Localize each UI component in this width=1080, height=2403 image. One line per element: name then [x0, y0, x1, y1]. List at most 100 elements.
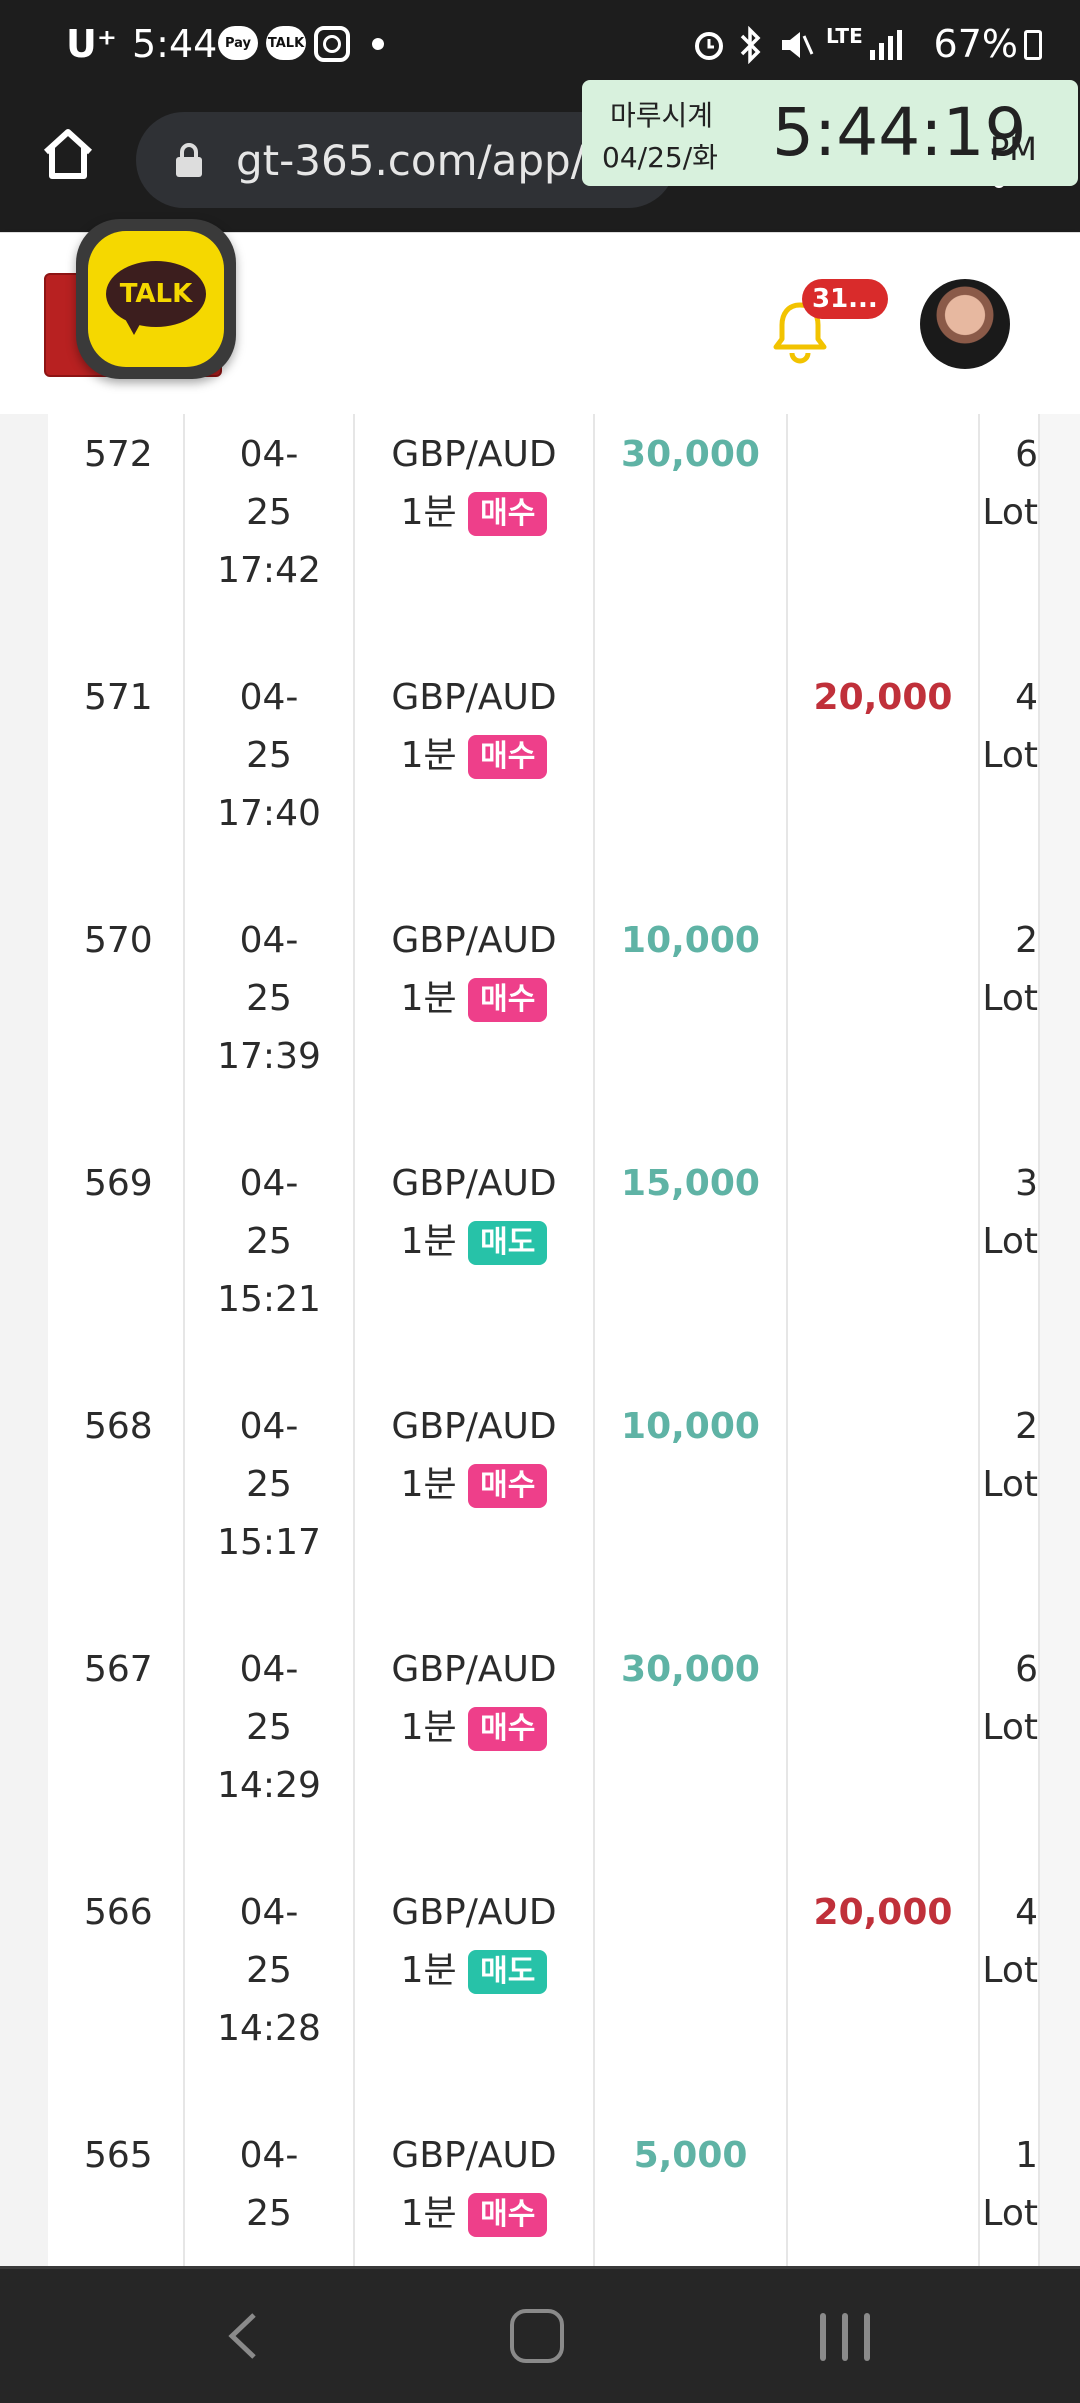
table-row[interactable]: 568 04- 25 15:17 GBP/AUD 1분 매수 10,000 2 Lot [48, 1386, 1080, 1631]
home-nav-icon[interactable] [510, 2309, 564, 2363]
kakao-talk-label: TALK [106, 261, 206, 327]
trade-symbol: GBP/AUD [391, 1163, 557, 1204]
trade-symbol: GBP/AUD [391, 1892, 557, 1933]
home-icon[interactable] [38, 124, 98, 184]
trade-date: 04- [239, 2135, 299, 2176]
trade-lot-qty: 3 [1015, 1163, 1038, 1204]
table-row[interactable]: 569 04- 25 15:21 GBP/AUD 1분 매도 15,000 3 Lot [48, 1143, 1080, 1388]
trade-symbol: GBP/AUD [391, 2135, 557, 2176]
trade-instrument: GBP/AUD 1분 매수 [355, 1386, 595, 1629]
trade-lot-unit: Lot [982, 1221, 1038, 1262]
back-icon[interactable] [222, 2311, 262, 2361]
trade-number: 565 [48, 2115, 185, 2266]
trade-lot-qty: 6 [1015, 434, 1038, 475]
table-row[interactable]: 567 04- 25 14:29 GBP/AUD 1분 매수 30,000 6 Lot [48, 1629, 1080, 1874]
table-overflow-column [1040, 1872, 1080, 2115]
instagram-icon [314, 26, 350, 62]
url-text[interactable]: gt-365.com/app/t [236, 136, 601, 185]
status-bar: U⁺ 5:44 Pay TALK LTE 67% [0, 0, 1080, 90]
trade-lot: 2 Lot [980, 1386, 1040, 1629]
trade-date: 04- [239, 920, 299, 961]
table-overflow-column [1040, 1143, 1080, 1386]
battery-icon [1024, 30, 1042, 60]
trade-day: 25 [246, 1950, 292, 1991]
bluetooth-icon [740, 26, 761, 64]
trade-number: 570 [48, 900, 185, 1143]
trade-lot: 1 Lot [980, 2115, 1040, 2266]
trade-lot: 6 Lot [980, 414, 1040, 657]
trade-profit: 10,000 [595, 1386, 788, 1629]
lock-icon [176, 143, 202, 177]
trade-lot: 3 Lot [980, 1143, 1040, 1386]
carrier-label: U⁺ [66, 22, 117, 66]
trade-profit: 30,000 [595, 414, 788, 657]
trade-time: 15:17 [217, 1522, 321, 1563]
pay-icon: Pay [218, 26, 258, 60]
trade-date: 04- [239, 1649, 299, 1690]
trade-side-badge: 매수 [468, 1464, 548, 1508]
trade-loss [788, 414, 980, 657]
network-type: LTE [826, 24, 863, 48]
trade-number: 572 [48, 414, 185, 657]
talk-icon: TALK [266, 26, 306, 60]
trade-time: 17:42 [217, 550, 321, 591]
clock-widget: 마루시계 04/25/화 5:44:19 PM [582, 80, 1078, 186]
trade-datetime: 04- 25 17:39 [185, 900, 355, 1143]
user-avatar[interactable] [920, 279, 1010, 369]
trade-date: 04- [239, 677, 299, 718]
trade-time: 17:39 [217, 1036, 321, 1077]
trade-datetime: 04- 25 15:21 [185, 1143, 355, 1386]
mute-icon [782, 32, 814, 58]
table-overflow-column [1040, 1386, 1080, 1629]
trade-datetime: 04- 25 15:17 [185, 1386, 355, 1629]
trade-date: 04- [239, 1163, 299, 1204]
trade-instrument: GBP/AUD 1분 매수 [355, 657, 595, 900]
trade-day: 25 [246, 492, 292, 533]
trade-period: 1분 [400, 492, 457, 533]
recent-apps-icon[interactable] [820, 2313, 870, 2361]
trade-datetime: 04- 25 14:28 [185, 1872, 355, 2115]
trade-instrument: GBP/AUD 1분 매수 [355, 900, 595, 1143]
clock-ampm: PM [990, 130, 1037, 168]
trade-lot: 6 Lot [980, 1629, 1040, 1872]
trade-lot-qty: 1 [1015, 2135, 1038, 2176]
trade-period: 1분 [400, 1950, 457, 1991]
trade-symbol: GBP/AUD [391, 434, 557, 475]
table-row[interactable]: 566 04- 25 14:28 GBP/AUD 1분 매도 20,000 4 Lot [48, 1872, 1080, 2117]
trade-lot-unit: Lot [982, 978, 1038, 1019]
trade-lot-unit: Lot [982, 1950, 1038, 1991]
table-overflow-column [1040, 1629, 1080, 1872]
trade-day: 25 [246, 978, 292, 1019]
trade-day: 25 [246, 1464, 292, 1505]
table-row[interactable]: 565 04- 25 GBP/AUD 1분 매수 5,000 1 Lot [48, 2115, 1080, 2266]
clock-date: 04/25/화 [602, 141, 718, 174]
trade-profit [595, 1872, 788, 2115]
trade-number: 571 [48, 657, 185, 900]
trade-number: 569 [48, 1143, 185, 1386]
trade-side-badge: 매수 [468, 492, 548, 536]
table-row[interactable]: 571 04- 25 17:40 GBP/AUD 1분 매수 20,000 4 Lot [48, 657, 1080, 902]
trade-number: 567 [48, 1629, 185, 1872]
trade-instrument: GBP/AUD 1분 매도 [355, 1872, 595, 2115]
trade-loss [788, 900, 980, 1143]
trade-lot-qty: 6 [1015, 1649, 1038, 1690]
table-row[interactable]: 572 04- 25 17:42 GBP/AUD 1분 매수 30,000 6 Lot [48, 414, 1080, 659]
trade-datetime: 04- 25 14:29 [185, 1629, 355, 1872]
trade-lot: 2 Lot [980, 900, 1040, 1143]
kakao-talk-button[interactable]: TALK [76, 219, 236, 379]
trade-datetime: 04- 25 17:40 [185, 657, 355, 900]
trade-instrument: GBP/AUD 1분 매도 [355, 1143, 595, 1386]
trade-symbol: GBP/AUD [391, 1406, 557, 1447]
trade-loss [788, 1629, 980, 1872]
trade-datetime: 04- 25 17:42 [185, 414, 355, 657]
trade-lot: 4 Lot [980, 657, 1040, 900]
table-row[interactable]: 570 04- 25 17:39 GBP/AUD 1분 매수 10,000 2 Lot [48, 900, 1080, 1145]
trade-side-badge: 매도 [468, 1221, 548, 1265]
trade-lot-qty: 2 [1015, 920, 1038, 961]
signal-icon [870, 30, 902, 60]
trade-date: 04- [239, 1406, 299, 1447]
trade-loss [788, 1143, 980, 1386]
trade-lot-unit: Lot [982, 1464, 1038, 1505]
trade-loss: 20,000 [788, 657, 980, 900]
trade-time: 17:40 [217, 793, 321, 834]
